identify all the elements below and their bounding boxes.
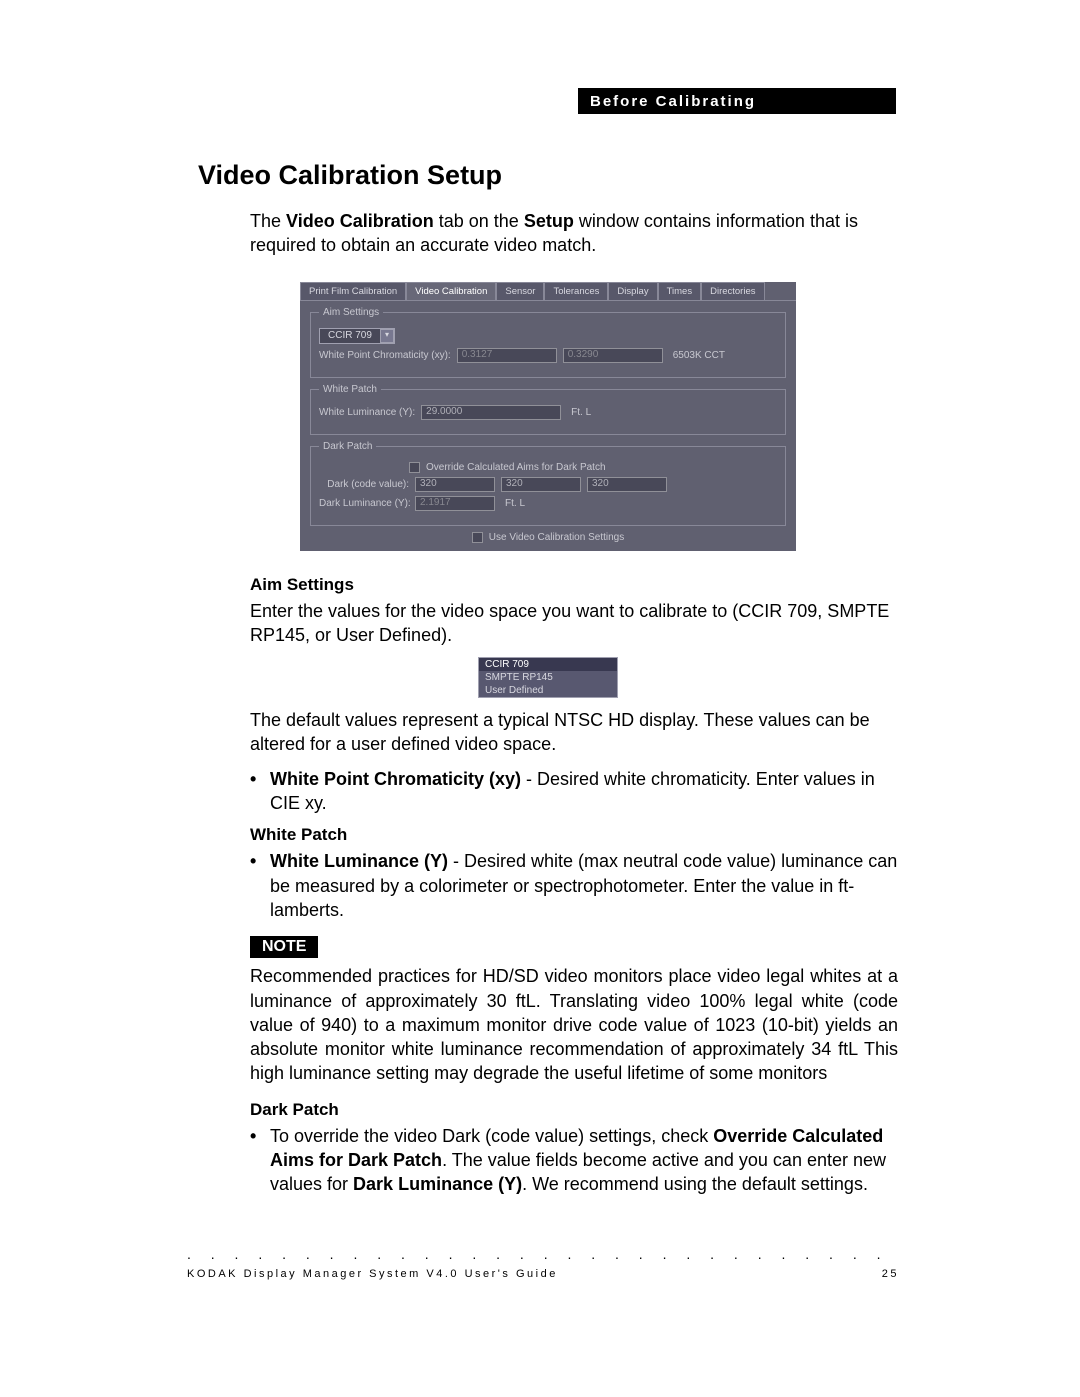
tab-times[interactable]: Times: [658, 282, 702, 300]
tab-directories[interactable]: Directories: [701, 282, 764, 300]
aim-settings-group: Aim Settings CCIR 709 ▾ White Point Chro…: [310, 307, 786, 378]
wl-unit: Ft. L: [571, 407, 591, 418]
cct-label: 6503K CCT: [673, 350, 725, 361]
white-bullet: • White Luminance (Y) - Desired white (m…: [250, 849, 898, 922]
dark-heading: Dark Patch: [250, 1100, 898, 1120]
page-content: Video Calibration Setup The Video Calibr…: [198, 160, 898, 1207]
aim-bullet: • White Point Chromaticity (xy) - Desire…: [250, 767, 898, 816]
wpc-x-input[interactable]: 0.3127: [457, 348, 557, 363]
note-text: Recommended practices for HD/SD video mo…: [250, 964, 898, 1085]
preset-options-screenshot: CCIR 709 SMPTE RP145 User Defined: [478, 657, 618, 698]
dark-legend: Dark Patch: [319, 441, 376, 452]
override-label: Override Calculated Aims for Dark Patch: [426, 462, 606, 473]
dark-code-2[interactable]: 320: [501, 477, 581, 492]
white-legend: White Patch: [319, 384, 381, 395]
page-number: 25: [882, 1268, 899, 1280]
aim-heading: Aim Settings: [250, 575, 898, 595]
wl-label: White Luminance (Y):: [319, 407, 415, 418]
tab-print-film[interactable]: Print Film Calibration: [300, 282, 406, 300]
chapter-header: Before Calibrating: [578, 88, 896, 114]
opt-ccir709[interactable]: CCIR 709: [479, 658, 617, 671]
dark-patch-group: Dark Patch Override Calculated Aims for …: [310, 441, 786, 526]
override-checkbox[interactable]: [409, 462, 420, 473]
chapter-title: Before Calibrating: [590, 93, 756, 110]
chevron-down-icon[interactable]: ▾: [380, 329, 394, 343]
wpc-y-input[interactable]: 0.3290: [563, 348, 663, 363]
opt-user[interactable]: User Defined: [479, 684, 617, 697]
tab-sensor[interactable]: Sensor: [496, 282, 544, 300]
dl-label: Dark Luminance (Y):: [319, 498, 409, 509]
tab-display[interactable]: Display: [608, 282, 657, 300]
setup-window-screenshot: Print Film Calibration Video Calibration…: [300, 282, 796, 551]
dark-code-label: Dark (code value):: [319, 479, 409, 490]
use-settings-label: Use Video Calibration Settings: [489, 532, 624, 543]
opt-smpte[interactable]: SMPTE RP145: [479, 671, 617, 684]
aim-p1: Enter the values for the video space you…: [250, 599, 898, 648]
white-luminance-input[interactable]: 29.0000: [421, 405, 561, 420]
dark-bullet: • To override the video Dark (code value…: [250, 1124, 898, 1197]
aim-p2: The default values represent a typical N…: [250, 708, 898, 757]
tab-video-calibration[interactable]: Video Calibration: [406, 282, 496, 300]
use-settings-checkbox[interactable]: [472, 532, 483, 543]
dl-unit: Ft. L: [505, 498, 525, 509]
note-badge: NOTE: [250, 936, 318, 958]
tab-bar: Print Film Calibration Video Calibration…: [300, 282, 796, 301]
white-patch-group: White Patch White Luminance (Y): 29.0000…: [310, 384, 786, 435]
tab-tolerances[interactable]: Tolerances: [544, 282, 608, 300]
wpc-label: White Point Chromaticity (xy):: [319, 350, 451, 361]
intro-paragraph: The Video Calibration tab on the Setup w…: [250, 209, 898, 258]
dark-code-3[interactable]: 320: [587, 477, 667, 492]
preset-value: CCIR 709: [320, 329, 380, 342]
white-heading: White Patch: [250, 825, 898, 845]
preset-dropdown[interactable]: CCIR 709 ▾: [319, 328, 395, 344]
footer-guide: KODAK Display Manager System V4.0 User's…: [187, 1268, 558, 1280]
footer-rule: . . . . . . . . . . . . . . . . . . . . …: [187, 1246, 899, 1262]
page-footer: KODAK Display Manager System V4.0 User's…: [187, 1268, 899, 1280]
dark-code-1[interactable]: 320: [415, 477, 495, 492]
page-title: Video Calibration Setup: [198, 160, 898, 191]
aim-legend: Aim Settings: [319, 307, 383, 318]
dark-luminance-input[interactable]: 2.1917: [415, 496, 495, 511]
